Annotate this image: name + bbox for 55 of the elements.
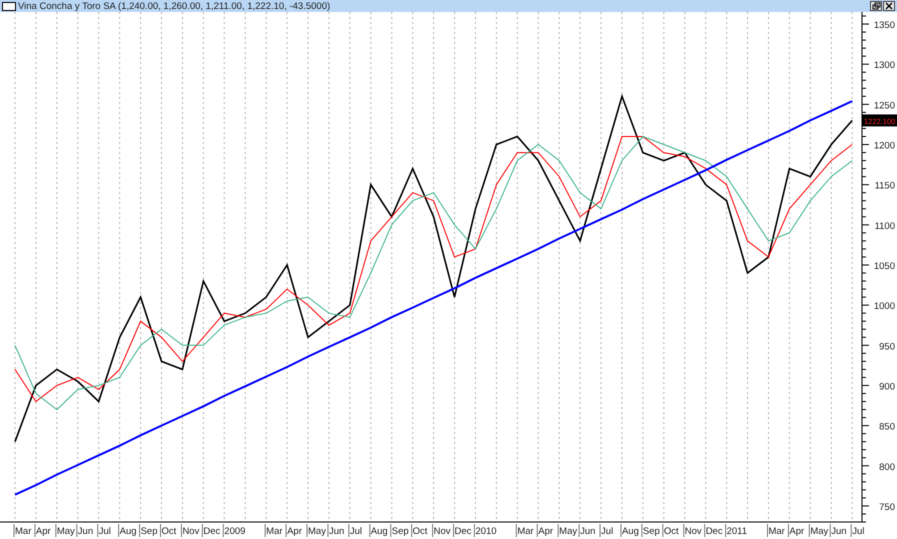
y-axis-label: 950 xyxy=(879,341,895,352)
y-axis-label: 850 xyxy=(879,422,895,433)
x-axis-label: May xyxy=(559,526,578,537)
y-axis-label: 1050 xyxy=(874,261,895,272)
x-axis-label: Dec xyxy=(454,526,472,537)
x-axis-label: Oct xyxy=(664,526,679,537)
window-title: Vina Concha y Toro SA (1,240.00, 1,260.00, 1,211.00, 1,222.10, -43.5000) xyxy=(18,0,330,12)
restore-icon[interactable] xyxy=(870,1,882,11)
x-axis-label: Mar xyxy=(768,526,785,537)
x-axis-label: Nov xyxy=(182,526,200,537)
y-axis-label: 1150 xyxy=(874,180,895,192)
x-axis-label: Sep xyxy=(140,526,158,537)
x-axis-label: Apr xyxy=(538,526,554,537)
x-axis-label: Mar xyxy=(266,526,283,537)
y-axis-label: 800 xyxy=(879,462,895,473)
x-axis-label: Sep xyxy=(642,526,660,537)
y-axis-label: 900 xyxy=(879,381,895,392)
x-axis-label: Apr xyxy=(36,526,51,537)
y-axis-label: 1000 xyxy=(874,301,895,312)
x-axis-label: Jul xyxy=(601,526,614,537)
x-axis-label: Jun xyxy=(580,526,596,537)
x-axis-label: May xyxy=(810,526,828,537)
window-icon xyxy=(2,2,16,10)
x-axis-label: Jun xyxy=(328,526,344,537)
x-axis-label: Mar xyxy=(517,526,534,537)
x-axis-label: Apr xyxy=(287,526,302,537)
y-axis-label: 750 xyxy=(879,502,895,513)
x-axis-label: 2010 xyxy=(475,526,497,537)
x-axis-label: Aug xyxy=(120,526,137,537)
x-axis-label: Jul xyxy=(852,526,864,537)
x-axis-label: Dec xyxy=(706,526,723,537)
x-axis-label: Aug xyxy=(622,526,639,537)
y-axis-label: 1250 xyxy=(874,100,895,112)
x-axis-label: 2011 xyxy=(726,526,748,537)
x-axis-label: Jul xyxy=(350,526,362,537)
x-axis-label: Apr xyxy=(789,526,804,537)
close-icon[interactable] xyxy=(883,1,895,11)
x-axis-label: Oct xyxy=(412,526,428,537)
x-axis-label: Jul xyxy=(98,526,111,537)
y-axis-label: 1100 xyxy=(874,220,895,232)
x-axis-label: Nov xyxy=(434,526,450,537)
x-axis-label: May xyxy=(308,526,326,537)
x-axis-label: Sep xyxy=(392,526,409,537)
x-axis-label: Oct xyxy=(162,526,176,537)
x-axis-label: May xyxy=(56,526,75,537)
x-axis-label: 2009 xyxy=(224,526,246,537)
x-axis-label: Jun xyxy=(831,526,847,537)
x-axis-label: Aug xyxy=(370,526,388,537)
y-axis-label: 1350 xyxy=(874,20,895,32)
y-axis-label: 1300 xyxy=(874,60,895,72)
x-axis-label: Jun xyxy=(78,526,94,537)
y-axis-label: 1200 xyxy=(874,140,895,152)
x-axis-label: Nov xyxy=(684,526,702,537)
x-axis-label: Mar xyxy=(15,526,32,537)
x-axis-label: Dec xyxy=(203,526,220,537)
